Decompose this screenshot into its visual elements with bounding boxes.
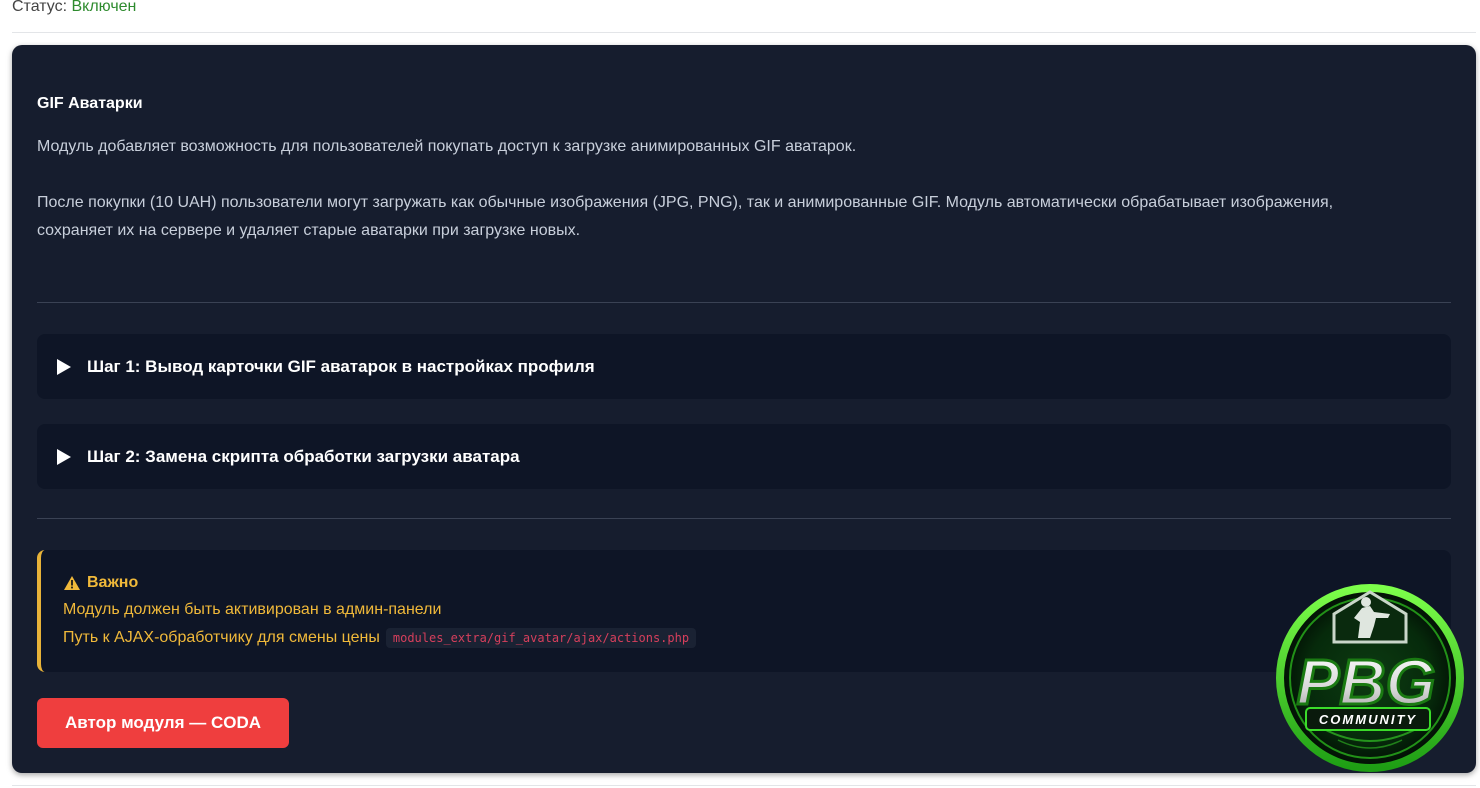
notice-title: Важно [87, 574, 139, 591]
module-title: GIF Аватарки [37, 95, 143, 112]
module-description-details: После покупки (10 UAH) пользователи могу… [37, 194, 1334, 239]
module-card: GIF Аватарки Модуль добавляет возможност… [12, 45, 1476, 773]
notice-activation-text: Модуль должен быть активирован в админ-п… [63, 601, 442, 618]
important-notice: Важно Модуль должен быть активирован в а… [37, 550, 1451, 672]
step-1-label: Шаг 1: Вывод карточки GIF аватарок в нас… [87, 356, 595, 376]
notice-ajax-text: Путь к AJAX-обработчику для смены цены [63, 629, 380, 646]
pbg-community-logo: PBG COMMUNITY [1276, 584, 1464, 772]
step-1-accordion[interactable]: Шаг 1: Вывод карточки GIF аватарок в нас… [37, 334, 1451, 399]
step-2-label: Шаг 2: Замена скрипта обработки загрузки… [87, 446, 520, 466]
section-divider [37, 302, 1451, 303]
bottom-divider [12, 785, 1476, 786]
notice-header: Важно [63, 574, 138, 592]
logo-sub-text: COMMUNITY [1319, 712, 1417, 727]
top-divider [12, 32, 1476, 33]
status-label: Статус: [12, 0, 68, 15]
expand-triangle-icon [57, 358, 71, 375]
ajax-path-code: modules_extra/gif_avatar/ajax/actions.ph… [385, 628, 697, 648]
author-button[interactable]: Автор модуля — CODA [37, 698, 289, 748]
module-description-intro: Модуль добавляет возможность для пользов… [37, 138, 857, 155]
section-divider [37, 518, 1451, 519]
notice-ajax-line: Путь к AJAX-обработчику для смены цены m… [63, 628, 697, 648]
status-line: Статус: Включен [12, 0, 136, 17]
step-2-accordion[interactable]: Шаг 2: Замена скрипта обработки загрузки… [37, 424, 1451, 489]
warning-icon [64, 576, 80, 590]
expand-triangle-icon [57, 448, 71, 465]
status-value: Включен [71, 0, 137, 15]
